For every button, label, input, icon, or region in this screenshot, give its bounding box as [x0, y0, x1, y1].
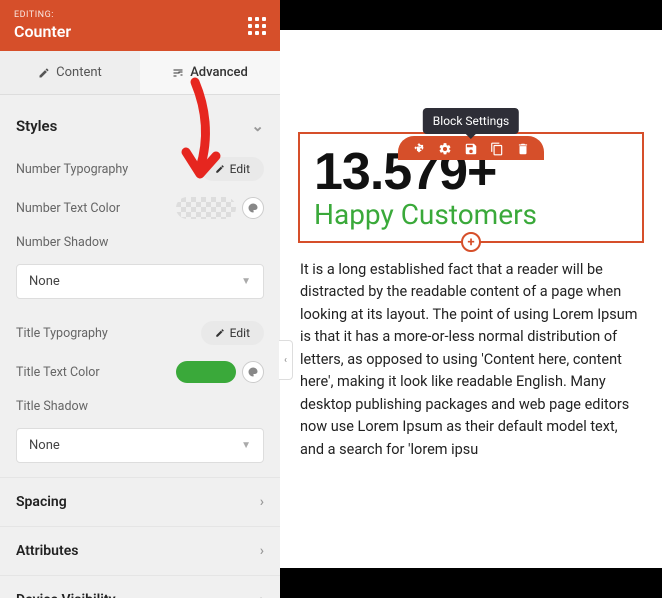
block-title: Counter	[14, 22, 71, 41]
chevron-down-icon: ⌄	[251, 117, 264, 135]
palette-icon	[247, 366, 259, 378]
row-title-text-color: Title Text Color	[0, 353, 280, 391]
number-shadow-select[interactable]: None ▼	[16, 264, 264, 299]
save-icon[interactable]	[464, 142, 478, 156]
section-device-visibility[interactable]: Device Visibility ›	[0, 575, 280, 598]
pencil-icon	[215, 164, 225, 174]
row-title-typography: Title Typography Edit	[0, 313, 280, 353]
number-color-picker-button[interactable]	[242, 197, 264, 219]
chevron-right-icon: ›	[260, 543, 264, 559]
edit-title-typography-button[interactable]: Edit	[201, 321, 264, 345]
row-number-text-color: Number Text Color	[0, 189, 280, 227]
row-number-shadow: Number Shadow	[0, 227, 280, 262]
block-toolbar	[398, 136, 544, 160]
chevron-right-icon: ›	[260, 494, 264, 510]
copy-icon[interactable]	[490, 142, 504, 156]
block-settings-tooltip: Block Settings	[423, 108, 519, 134]
apps-grid-icon[interactable]	[248, 17, 266, 35]
section-spacing[interactable]: Spacing ›	[0, 477, 280, 526]
trash-icon[interactable]	[516, 142, 530, 156]
chevron-right-icon: ›	[260, 592, 264, 598]
section-attributes[interactable]: Attributes ›	[0, 526, 280, 575]
settings-sidebar: EDITING: Counter Content Advanced Styles…	[0, 0, 280, 598]
title-shadow-select[interactable]: None ▼	[16, 428, 264, 463]
sidebar-header: EDITING: Counter	[0, 0, 280, 51]
palette-icon	[247, 202, 259, 214]
preview-page: ‹ Block Settings 13.579+ Happy Customers…	[280, 30, 662, 568]
edit-number-typography-button[interactable]: Edit	[201, 157, 264, 181]
collapse-sidebar-handle[interactable]: ‹	[279, 340, 293, 380]
pencil-icon	[38, 67, 50, 79]
caret-down-icon: ▼	[241, 276, 251, 287]
title-color-picker-button[interactable]	[242, 361, 264, 383]
sliders-icon	[172, 67, 184, 79]
caret-down-icon: ▼	[241, 440, 251, 451]
gear-icon[interactable]	[438, 142, 452, 156]
row-title-shadow: Title Shadow	[0, 391, 280, 426]
pencil-icon	[215, 328, 225, 338]
section-styles[interactable]: Styles ⌄	[0, 99, 280, 149]
preview-canvas: ‹ Block Settings 13.579+ Happy Customers…	[280, 0, 662, 598]
settings-panel: Styles ⌄ Number Typography Edit Number T…	[0, 95, 280, 598]
counter-title: Happy Customers	[314, 198, 628, 231]
editing-meta: EDITING:	[14, 10, 71, 20]
title-color-swatch[interactable]	[176, 361, 236, 383]
tab-content[interactable]: Content	[0, 51, 140, 94]
move-icon[interactable]	[412, 142, 426, 156]
number-color-swatch[interactable]	[176, 197, 236, 219]
add-block-handle[interactable]: +	[461, 232, 481, 252]
tab-advanced[interactable]: Advanced	[140, 51, 280, 94]
body-paragraph[interactable]: It is a long established fact that a rea…	[280, 243, 662, 477]
settings-tabs: Content Advanced	[0, 51, 280, 95]
row-number-typography: Number Typography Edit	[0, 149, 280, 189]
